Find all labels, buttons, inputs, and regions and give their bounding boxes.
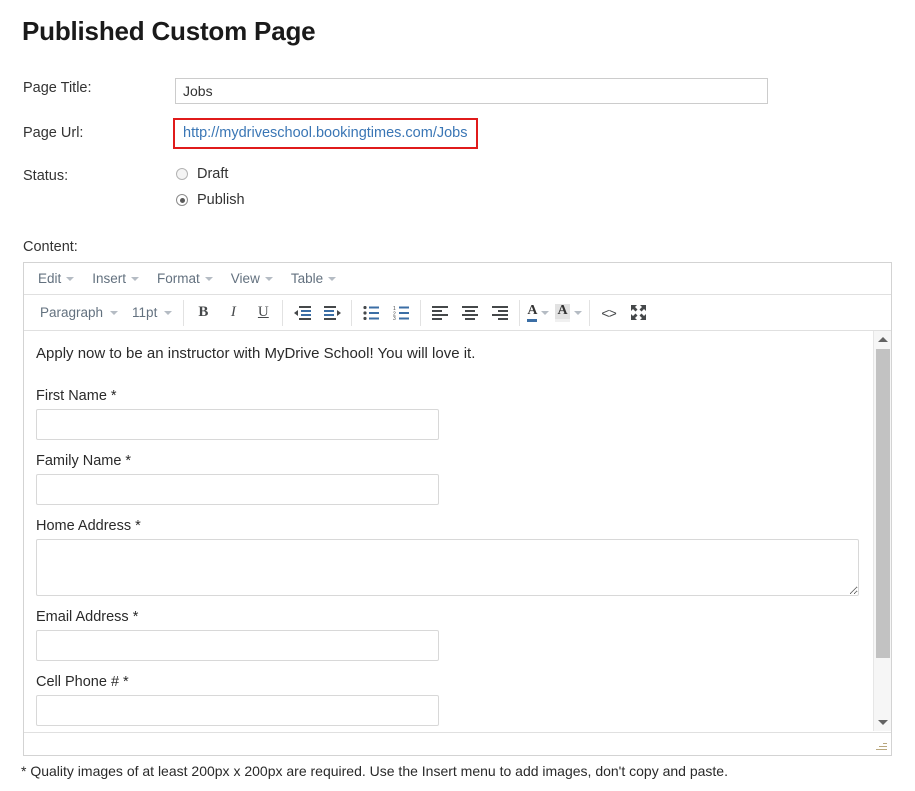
- chevron-down-icon: [328, 276, 337, 281]
- page-title-label: Page Title:: [23, 80, 92, 96]
- editor-menubar: Edit Insert Format View Table: [24, 263, 891, 295]
- background-color-icon: A: [555, 303, 570, 322]
- numbered-list-icon[interactable]: 1 2 3: [386, 300, 416, 326]
- footnote-text: * Quality images of at least 200px x 200…: [21, 763, 728, 779]
- toolbar-group-color: A A: [520, 299, 590, 326]
- underline-button[interactable]: U: [248, 300, 278, 326]
- field-home-address: Home Address *: [36, 518, 859, 596]
- svg-text:3: 3: [393, 316, 396, 320]
- toolbar-group-style: B I U: [184, 299, 284, 326]
- menu-item-view[interactable]: View: [222, 268, 282, 289]
- menu-item-format[interactable]: Format: [148, 268, 222, 289]
- chevron-down-icon: [204, 276, 213, 281]
- text-color-button[interactable]: A: [524, 303, 552, 322]
- menu-item-edit[interactable]: Edit: [29, 268, 83, 289]
- chevron-down-icon: [264, 276, 273, 281]
- first-name-input[interactable]: [36, 409, 439, 440]
- editor-content-area[interactable]: Apply now to be an instructor with MyDri…: [24, 331, 891, 731]
- editor-vertical-scrollbar[interactable]: [873, 331, 891, 731]
- status-radio-draft[interactable]: Draft: [176, 166, 228, 182]
- page-title: Published Custom Page: [22, 16, 316, 46]
- field-cell-phone-label: Cell Phone # *: [36, 674, 129, 690]
- source-code-button[interactable]: <>: [594, 300, 624, 326]
- menu-item-insert[interactable]: Insert: [83, 268, 148, 289]
- status-radio-draft-label: Draft: [197, 166, 229, 182]
- chevron-down-icon: [66, 276, 75, 281]
- chevron-down-icon: [110, 310, 119, 315]
- indent-icon[interactable]: [317, 300, 347, 326]
- content-label: Content:: [23, 239, 78, 255]
- fullscreen-icon[interactable]: [624, 300, 654, 326]
- field-family-name: Family Name *: [36, 453, 439, 505]
- bulleted-list-icon[interactable]: [356, 300, 386, 326]
- field-family-name-label: Family Name *: [36, 453, 132, 469]
- outdent-icon[interactable]: [287, 300, 317, 326]
- menu-item-table-label: Table: [290, 271, 324, 286]
- align-center-icon[interactable]: [455, 300, 485, 326]
- toolbar-group-indent: [283, 299, 353, 326]
- bold-button[interactable]: B: [188, 300, 218, 326]
- family-name-input[interactable]: [36, 474, 439, 505]
- menu-item-view-label: View: [230, 271, 260, 286]
- background-color-button[interactable]: A: [552, 303, 584, 322]
- field-cell-phone: Cell Phone # *: [36, 674, 439, 726]
- menu-item-edit-label: Edit: [38, 271, 62, 286]
- font-size-value: 11pt: [132, 305, 158, 320]
- menu-item-insert-label: Insert: [92, 271, 127, 286]
- italic-button[interactable]: I: [218, 300, 248, 326]
- email-address-input[interactable]: [36, 630, 439, 661]
- menu-item-format-label: Format: [157, 271, 200, 286]
- block-format-value: Paragraph: [40, 305, 104, 320]
- scroll-down-icon[interactable]: [874, 714, 891, 731]
- radio-icon-publish[interactable]: [176, 194, 188, 206]
- application-form: First Name * Family Name * Home Address …: [36, 388, 859, 731]
- chevron-down-icon[interactable]: [573, 310, 582, 315]
- status-radio-publish[interactable]: Publish: [176, 192, 245, 208]
- editor-toolbar: Paragraph 11pt B I U 1 2 3 A A <>: [24, 295, 891, 331]
- chevron-down-icon: [131, 276, 140, 281]
- page-url-highlight-box: http://mydriveschool.bookingtimes.com/Jo…: [173, 118, 478, 149]
- status-radio-publish-label: Publish: [197, 192, 245, 208]
- page-title-input[interactable]: [175, 78, 768, 104]
- scrollbar-thumb[interactable]: [876, 349, 890, 658]
- toolbar-group-format: Paragraph 11pt: [29, 299, 185, 326]
- intro-paragraph: Apply now to be an instructor with MyDri…: [36, 345, 476, 362]
- text-color-icon: A: [527, 303, 538, 322]
- cell-phone-input[interactable]: [36, 695, 439, 726]
- status-label: Status:: [23, 168, 69, 184]
- toolbar-group-lists: 1 2 3: [352, 299, 422, 326]
- field-email-address: Email Address *: [36, 609, 439, 661]
- page-url-link[interactable]: http://mydriveschool.bookingtimes.com/Jo…: [183, 125, 468, 141]
- menu-item-table[interactable]: Table: [282, 268, 345, 289]
- page-url-label: Page Url:: [23, 125, 84, 141]
- field-email-address-label: Email Address *: [36, 609, 139, 625]
- rich-text-editor: Edit Insert Format View Table Paragraph: [23, 262, 892, 756]
- toolbar-group-align: [421, 299, 521, 326]
- align-right-icon[interactable]: [485, 300, 515, 326]
- field-first-name: First Name *: [36, 388, 439, 440]
- triangle-down-icon: [877, 720, 888, 725]
- chevron-down-icon: [164, 310, 173, 315]
- editor-statusbar: [24, 732, 891, 755]
- align-left-icon[interactable]: [425, 300, 455, 326]
- scroll-up-icon[interactable]: [874, 331, 891, 348]
- home-address-textarea[interactable]: [36, 539, 859, 596]
- field-first-name-label: First Name *: [36, 388, 117, 404]
- radio-icon-draft[interactable]: [176, 168, 188, 180]
- chevron-down-icon[interactable]: [541, 310, 550, 315]
- editor-document[interactable]: Apply now to be an instructor with MyDri…: [24, 331, 871, 731]
- field-home-address-label: Home Address *: [36, 518, 141, 534]
- block-format-select[interactable]: Paragraph: [33, 302, 125, 323]
- toolbar-group-tools: <>: [590, 300, 658, 326]
- triangle-up-icon: [877, 337, 888, 342]
- font-size-select[interactable]: 11pt: [125, 302, 179, 323]
- resize-grip-icon[interactable]: [874, 739, 888, 753]
